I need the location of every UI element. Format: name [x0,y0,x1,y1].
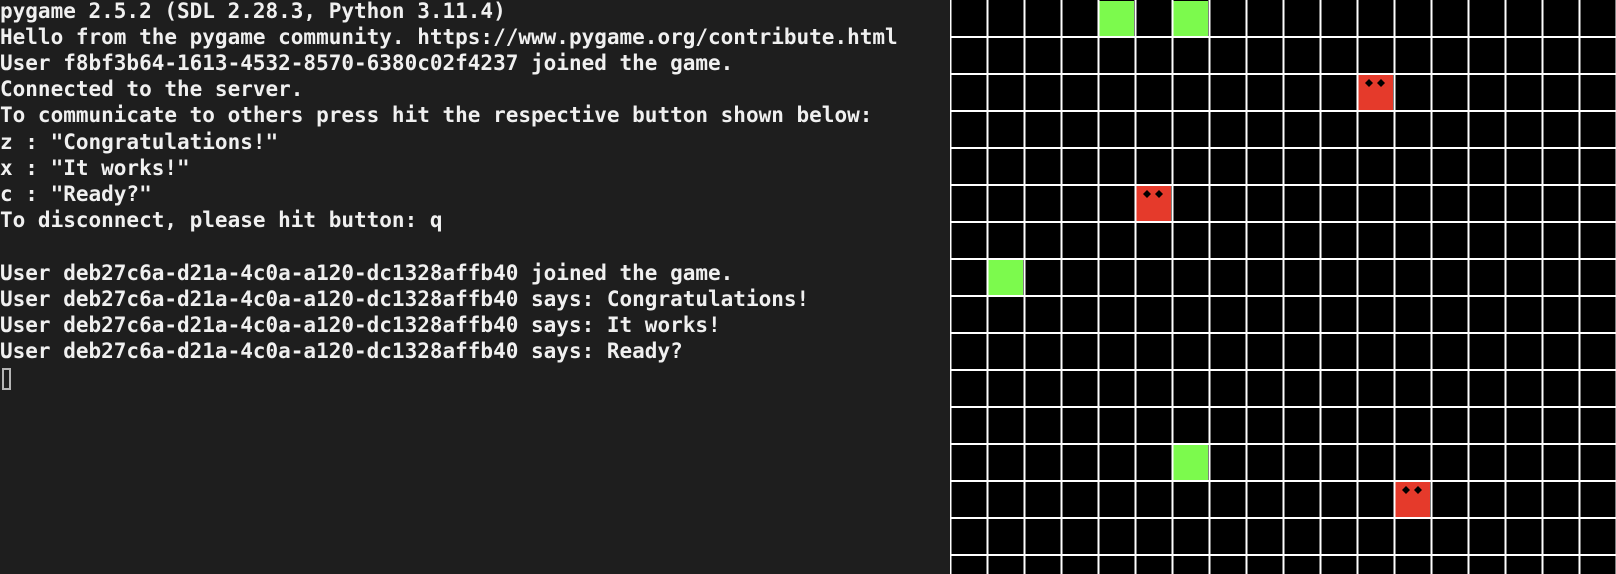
terminal-line: User deb27c6a-d21a-4c0a-a120-dc1328affb4… [0,313,721,337]
terminal-cursor[interactable] [2,368,11,390]
terminal-line: User deb27c6a-d21a-4c0a-a120-dc1328affb4… [0,339,683,363]
terminal-window[interactable]: pygame 2.5.2 (SDL 2.28.3, Python 3.11.4)… [0,0,950,574]
game-board[interactable] [950,0,1616,574]
terminal-line: User f8bf3b64-1613-4532-8570-6380c02f423… [0,51,734,75]
game-grid [950,0,1616,574]
terminal-line: Hello from the pygame community. https:/… [0,25,898,49]
red-square [1136,186,1171,221]
terminal-line: c : "Ready?" [0,182,152,206]
terminal-line: pygame 2.5.2 (SDL 2.28.3, Python 3.11.4) [0,0,506,23]
green-square [1173,445,1208,480]
terminal-line: To communicate to others press hit the r… [0,103,873,127]
terminal-line: x : "It works!" [0,156,190,180]
red-square [1358,75,1393,110]
terminal-line: User deb27c6a-d21a-4c0a-a120-dc1328affb4… [0,261,734,285]
terminal-line: z : "Congratulations!" [0,130,279,154]
screen: pygame 2.5.2 (SDL 2.28.3, Python 3.11.4)… [0,0,1616,574]
green-square [1173,1,1208,36]
green-square [1099,1,1134,36]
green-square [988,260,1023,295]
terminal-line: User deb27c6a-d21a-4c0a-a120-dc1328affb4… [0,287,810,311]
terminal-line: To disconnect, please hit button: q [0,208,443,232]
red-square [1395,482,1430,517]
terminal-line: Connected to the server. [0,77,304,101]
